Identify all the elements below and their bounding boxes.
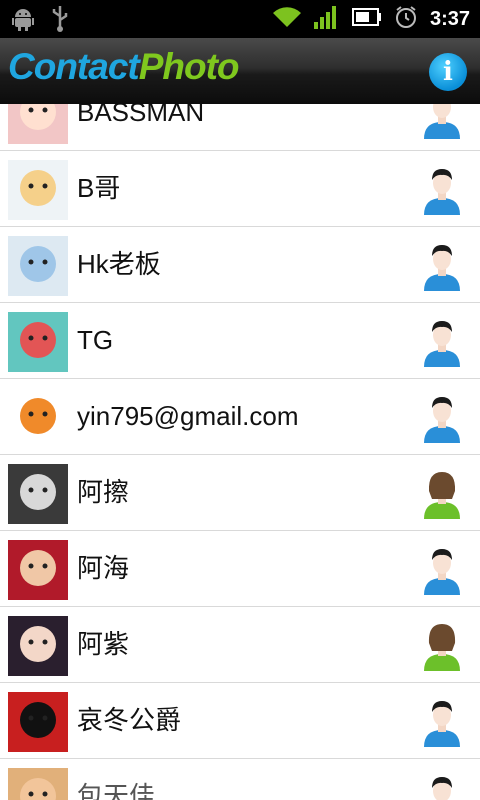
battery-icon <box>351 8 382 30</box>
app-header: ContactPhoto i <box>0 38 480 104</box>
contact-photo[interactable] <box>8 464 68 524</box>
contact-row[interactable]: Hk老板 <box>0 227 480 303</box>
male-contact-icon <box>422 545 462 595</box>
contact-name: yin795@gmail.com <box>77 401 299 431</box>
male-contact-icon <box>422 773 462 800</box>
contact-list[interactable]: BASSMAN B哥 Hk老板 TG yin795@gmail.com 阿擦阿海阿紫哀冬公… <box>0 104 480 800</box>
male-contact-icon <box>422 393 462 443</box>
contact-photo[interactable] <box>8 692 68 752</box>
signal-icon <box>313 5 340 33</box>
contact-row[interactable]: yin795@gmail.com <box>0 379 480 455</box>
male-contact-icon <box>422 317 462 367</box>
status-bar: 3:37 <box>0 0 480 38</box>
contact-name: 阿海 <box>77 553 130 583</box>
contact-photo[interactable] <box>8 540 68 600</box>
contact-name: B哥 <box>77 173 121 203</box>
male-contact-icon <box>422 241 462 291</box>
usb-icon <box>52 6 68 36</box>
contact-row[interactable]: TG <box>0 303 480 379</box>
contact-row[interactable]: 包天佳 <box>0 759 480 800</box>
contact-name: BASSMAN <box>77 104 205 127</box>
contact-photo[interactable] <box>8 388 68 448</box>
contact-name: 阿紫 <box>77 629 130 659</box>
contact-photo[interactable] <box>8 768 68 800</box>
contact-photo[interactable] <box>8 312 68 372</box>
contact-row[interactable]: 阿海 <box>0 531 480 607</box>
contact-row[interactable]: BASSMAN <box>0 104 480 151</box>
female-contact-icon <box>422 621 462 671</box>
contact-photo[interactable] <box>8 616 68 676</box>
female-contact-icon <box>422 469 462 519</box>
contact-row[interactable]: B哥 <box>0 151 480 227</box>
contact-name: 包天佳 <box>77 781 156 800</box>
contact-name: 阿擦 <box>77 477 130 507</box>
male-contact-icon <box>422 104 462 139</box>
alarm-icon <box>394 5 418 33</box>
app-logo: ContactPhoto <box>8 46 240 88</box>
logo-text-contact: Contact <box>8 46 140 87</box>
contact-name: 哀冬公爵 <box>77 705 182 735</box>
wifi-icon <box>272 5 302 33</box>
contact-list-inner: BASSMAN B哥 Hk老板 TG yin795@gmail.com 阿擦阿海阿紫哀冬公… <box>0 104 480 800</box>
male-contact-icon <box>422 697 462 747</box>
contact-photo[interactable] <box>8 160 68 220</box>
contact-row[interactable]: 阿紫 <box>0 607 480 683</box>
android-debug-icon <box>12 7 34 35</box>
logo-text-photo: Photo <box>138 46 240 87</box>
contact-photo[interactable] <box>8 104 68 144</box>
contact-row[interactable]: 哀冬公爵 <box>0 683 480 759</box>
contact-name: TG <box>77 325 114 355</box>
male-contact-icon <box>422 165 462 215</box>
status-clock: 3:37 <box>429 7 470 30</box>
contact-row[interactable]: 阿擦 <box>0 455 480 531</box>
contact-name: Hk老板 <box>77 249 161 279</box>
contact-photo[interactable] <box>8 236 68 296</box>
info-button[interactable]: i <box>429 53 467 91</box>
